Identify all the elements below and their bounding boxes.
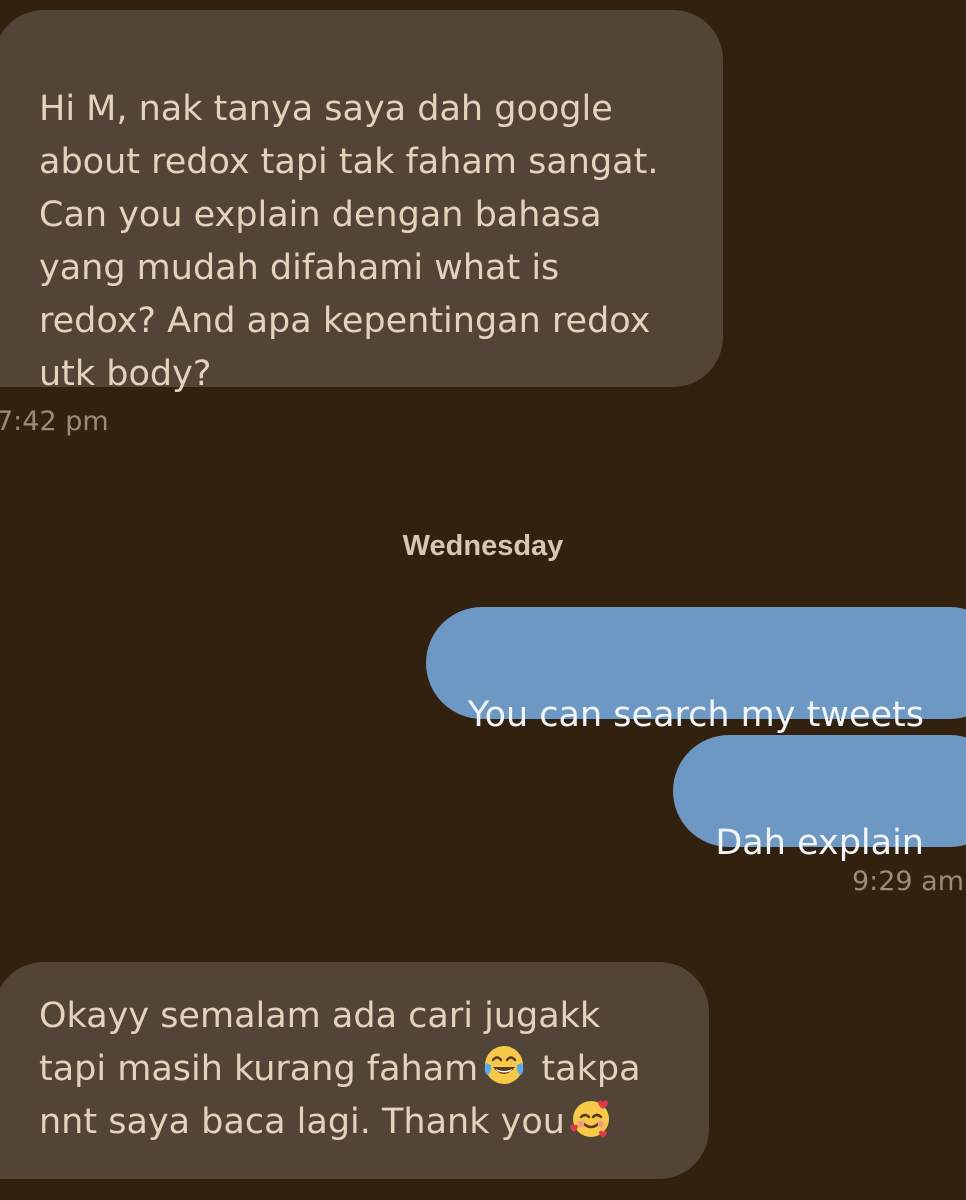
message-text: Hi M, nak tanya saya dah google about re… <box>39 89 659 394</box>
message-bubble-sent[interactable]: Dah explain <box>673 735 966 863</box>
message-text: You can search my tweets <box>467 695 924 735</box>
message-timestamp: 7:42 pm <box>0 406 109 437</box>
message-timestamp: 9:29 am <box>851 866 964 897</box>
message-bubble-received[interactable]: Okayy semalam ada cari jugakk tapi masih… <box>0 962 709 1179</box>
message-text: Dah explain <box>715 823 924 863</box>
smiling-face-with-hearts-icon <box>569 1096 613 1140</box>
message-bubble-sent[interactable]: You can search my tweets <box>425 607 966 735</box>
message-bubble-received[interactable]: Hi M, nak tanya saya dah google about re… <box>0 10 723 394</box>
face-with-tears-of-joy-icon <box>482 1043 526 1087</box>
day-separator: Wednesday <box>402 530 564 562</box>
